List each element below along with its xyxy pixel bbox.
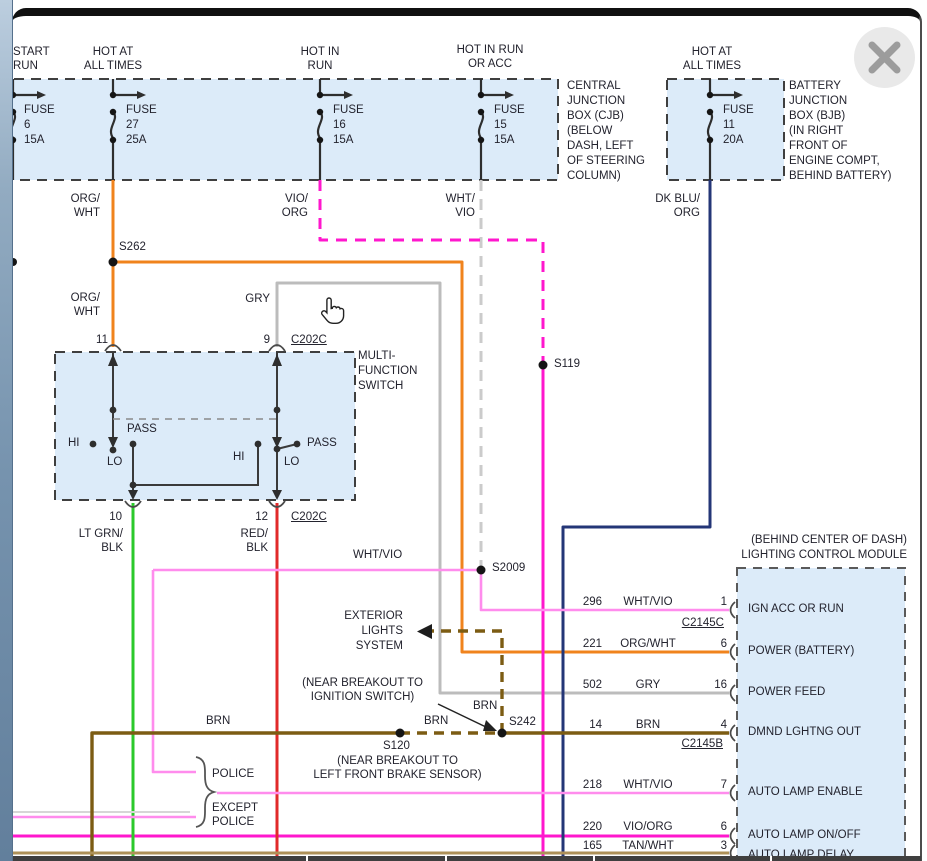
wire-label-dk-blu-org: DK BLU/ ORG xyxy=(638,193,700,220)
mfs-contact-lo-left: LO xyxy=(107,456,122,470)
wire-label-lt-grn-blk: LT GRN/ BLK xyxy=(63,528,123,555)
splice-s262-label: S262 xyxy=(119,241,146,255)
wire-label-vio-org: VIO/ ORG xyxy=(263,193,308,220)
mfs-contact-lo-right: LO xyxy=(284,456,299,470)
fuse-27-label: FUSE 27 25A xyxy=(126,103,176,148)
multifunction-switch-box xyxy=(55,352,355,500)
splice-s242-label: S242 xyxy=(509,716,536,730)
splice-s242-dot xyxy=(498,729,507,738)
pin-row-circuit: 220 xyxy=(566,821,602,835)
wire-label-gry: GRY xyxy=(225,293,270,307)
pin-row-function: POWER FEED xyxy=(748,686,825,700)
cjb-box xyxy=(0,79,558,180)
pin-row-number: 6 xyxy=(703,638,727,652)
wire-label-org-wht-top: ORG/ WHT xyxy=(53,193,100,220)
page-background-strip xyxy=(0,0,13,861)
mfs-pin-9: 9 xyxy=(248,334,270,348)
exterior-lights-note: EXTERIOR LIGHTS SYSTEM xyxy=(333,609,403,654)
close-icon xyxy=(854,27,915,88)
bottom-frame-bar xyxy=(12,856,921,861)
feed-start-run: START RUN xyxy=(13,46,73,73)
wire-label-brn-upper: BRN xyxy=(473,700,497,714)
mfs-contact-pass-left: PASS xyxy=(127,423,157,437)
fuse-11-label: FUSE 11 20A xyxy=(723,103,773,148)
pin-row-color: TAN/WHT xyxy=(608,840,688,854)
fuse-15-label: FUSE 15 15A xyxy=(494,103,544,148)
mfs-contact-pass-right: PASS xyxy=(307,437,337,451)
wire-wht-vio-to-pin1 xyxy=(481,570,729,610)
splice-s119-label: S119 xyxy=(554,358,580,372)
connector-c202c-top: C202C xyxy=(291,334,327,348)
connector-c202c-bottom: C202C xyxy=(291,511,327,525)
wire-label-wht-vio: WHT/ VIO xyxy=(428,193,475,220)
wire-label-wht-vio-mid: WHT/VIO xyxy=(353,549,402,563)
pin-row-circuit: 218 xyxy=(566,779,602,793)
splice-s2009-dot xyxy=(477,566,486,575)
pin-row-circuit: 221 xyxy=(566,638,602,652)
wire-label-brn-mid: BRN xyxy=(424,715,448,729)
splice-s119-dot xyxy=(539,361,548,370)
diagram-viewer: START RUN HOT AT ALL TIMES HOT IN RUN HO… xyxy=(0,0,927,861)
lcm-title: LIGHTING CONTROL MODULE xyxy=(733,549,907,563)
pin-row-color: VIO/ORG xyxy=(608,821,688,835)
wire-label-red-blk: RED/ BLK xyxy=(218,528,268,555)
exterior-lights-arrow xyxy=(417,624,432,639)
pin-row-function: AUTO LAMP ENABLE xyxy=(748,786,863,800)
wire-label-brn-left: BRN xyxy=(206,715,230,729)
mfs-pin-10: 10 xyxy=(98,511,122,525)
pin-row-color: WHT/VIO xyxy=(608,779,688,793)
connector-c2145c: C2145C xyxy=(679,617,724,631)
wire-label-org-wht-mid: ORG/ WHT xyxy=(53,292,100,319)
pin-row-function: DMND LGHTNG OUT xyxy=(748,726,861,740)
pin-row-number: 16 xyxy=(703,679,727,693)
wire-brn-left xyxy=(92,733,400,861)
splice-s262-dot xyxy=(109,258,118,267)
mfs-pin-12: 12 xyxy=(244,511,268,525)
lcm-location: (BEHIND CENTER OF DASH) xyxy=(735,534,907,548)
close-button[interactable] xyxy=(854,27,915,88)
pin-row-color: BRN xyxy=(608,719,688,733)
feed-hot-at-all-times-2: HOT AT ALL TIMES xyxy=(672,46,752,73)
pin-row-function: POWER (BATTERY) xyxy=(748,645,854,659)
lcm-pin-arcs xyxy=(731,602,736,861)
pin-row-number: 7 xyxy=(703,779,727,793)
pin-row-number: 4 xyxy=(703,719,727,733)
near-ignition-note: (NEAR BREAKOUT TO IGNITION SWITCH) xyxy=(280,676,445,704)
pin-row-circuit: 296 xyxy=(566,596,602,610)
pin-row-color: ORG/WHT xyxy=(608,638,688,652)
wire-dk-blu-org xyxy=(563,180,710,861)
mfs-contact-hi-left: HI xyxy=(68,437,80,451)
cjb-note: CENTRAL JUNCTION BOX (CJB) (BELOW DASH, … xyxy=(567,79,667,184)
pin-row-color: WHT/VIO xyxy=(608,596,688,610)
police-note: POLICE xyxy=(212,768,254,782)
wire-wht-vio-police xyxy=(153,570,196,772)
mfs-title: MULTI- FUNCTION SWITCH xyxy=(358,349,438,394)
pin-row-number: 1 xyxy=(703,596,727,610)
bjb-note: BATTERY JUNCTION BOX (BJB) (IN RIGHT FRO… xyxy=(789,79,924,184)
hand-cursor-icon xyxy=(318,295,352,333)
feed-hot-in-run-or-acc: HOT IN RUN OR ACC xyxy=(440,44,540,71)
near-brake-note: (NEAR BREAKOUT TO LEFT FRONT BRAKE SENSO… xyxy=(300,754,495,782)
splice-s120-dot xyxy=(396,729,405,738)
connector-c2145b: C2145B xyxy=(678,738,723,752)
pin-row-number: 3 xyxy=(703,840,727,854)
mfs-contact-hi-right: HI xyxy=(233,451,245,465)
pin-row-color: GRY xyxy=(608,679,688,693)
pin-row-number: 6 xyxy=(703,821,727,835)
except-police-note: EXCEPT POLICE xyxy=(212,801,258,829)
pin-row-function: AUTO LAMP ON/OFF xyxy=(748,829,861,843)
pin-row-circuit: 502 xyxy=(566,679,602,693)
pin-row-function: IGN ACC OR RUN xyxy=(748,603,844,617)
feed-hot-at-all-times-1: HOT AT ALL TIMES xyxy=(73,46,153,73)
splice-s120-label: S120 xyxy=(383,740,410,754)
fuse-6-label: FUSE 6 15A xyxy=(24,103,74,148)
feed-hot-in-run: HOT IN RUN xyxy=(280,46,360,73)
mfs-pin-11: 11 xyxy=(86,334,108,348)
splice-s2009-label: S2009 xyxy=(492,562,525,576)
pin-row-circuit: 165 xyxy=(566,840,602,854)
fuse-16-label: FUSE 16 15A xyxy=(333,103,383,148)
pin-row-circuit: 14 xyxy=(566,719,602,733)
